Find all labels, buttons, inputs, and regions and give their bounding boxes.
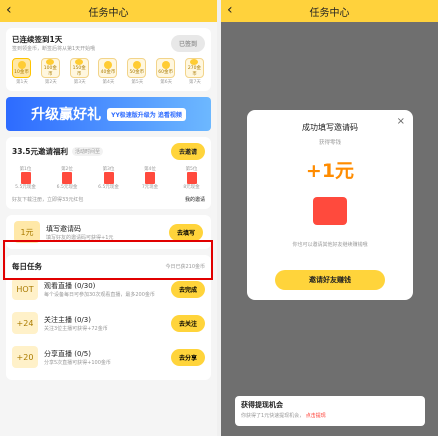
streak-desc: 签到领金币，断签后将从第1天开始哦: [12, 46, 96, 52]
banner-text: 升级赢好礼: [31, 107, 102, 123]
signin-card: 已连续签到1天 签到领金币，断签后将从第1天开始哦 已签到 10金币 第1天 1…: [6, 28, 211, 91]
milestone-4: 第4位 7元现金: [141, 167, 159, 190]
invite-milestones: 第1位 5.5元现金 第2位 6.5元现金 第3位 6.5元现金 第4位 7元现金 第5…: [12, 166, 205, 190]
red-envelope-icon: [313, 197, 347, 225]
coin-icon: 40金币: [98, 58, 118, 78]
streak-label: 已连续签到1天: [12, 35, 63, 44]
daily-tasks-card: 每日任务 今日已获210金币 HOT 观看直播 (0/30) 每个设备每日可参加…: [6, 255, 211, 380]
top-bar: ‹ 任务中心: [221, 0, 438, 22]
fillcode-title: 填写邀请码: [46, 224, 81, 233]
task-name: 观看直播 (0/30): [44, 281, 96, 290]
red-envelope-icon: [145, 172, 155, 184]
task-badge: HOT: [12, 278, 38, 300]
red-envelope-icon: [103, 172, 114, 184]
page-title: 任务中心: [88, 7, 129, 19]
coin-icon: 100金币: [40, 58, 60, 78]
coin-icon: 270金币: [184, 58, 204, 78]
coin-icon: 10金币: [12, 58, 31, 78]
red-envelope-icon: [20, 172, 31, 184]
day-7: 270金币 第7天: [184, 58, 205, 85]
task-badge: +24: [12, 312, 38, 334]
modal-note: 你也可以邀请其他好友继续赚钱哦: [292, 242, 368, 248]
task-desc: 分享5次直播可获得+100金币: [44, 359, 111, 366]
cashout-toast[interactable]: 获得提现机会 你获得了1元快速提现机会， 点击提现: [235, 396, 425, 426]
task-desc: 每个设备每日可参加30次观看直播，最多200金币: [44, 291, 155, 298]
day-5: 50金币 第5天: [127, 58, 147, 85]
coin-icon: 60金币: [156, 58, 176, 78]
top-bar: ‹ 任务中心: [0, 0, 217, 22]
back-icon[interactable]: ‹: [6, 2, 12, 18]
task-badge: +20: [12, 346, 38, 368]
invite-button[interactable]: 去邀请: [170, 143, 205, 160]
toast-link[interactable]: 点击提现: [306, 413, 326, 419]
coin-icon: 50金币: [127, 58, 147, 78]
task-desc: 关注3位主播可获得+72金币: [44, 325, 108, 332]
banner-sub: YY极速版升级为 追看视频: [107, 107, 186, 121]
milestone-3: 第3位 6.5元现金: [98, 167, 119, 190]
fill-invite-code-button[interactable]: 去填写: [168, 223, 203, 241]
day-3: 150金币 第3天: [69, 58, 90, 85]
daily-title: 每日任务: [12, 262, 42, 271]
task-item: HOT 观看直播 (0/30) 每个设备每日可参加30次观看直播，最多200金币…: [12, 272, 205, 306]
milestone-5: 第5位 8元现金: [183, 167, 200, 190]
daily-right: 今日已获210金币: [165, 264, 205, 270]
task-button[interactable]: 去分享: [170, 348, 205, 366]
day-1: 10金币 第1天: [12, 58, 32, 85]
invite-date: 活动时间至: [72, 147, 104, 156]
invite-card: 33.5元邀请福利 活动时间至 去邀请 第1位 5.5元现金 第2位 6.5元现金 …: [6, 137, 211, 209]
back-icon[interactable]: ‹: [227, 2, 233, 18]
signin-days: 10金币 第1天 100金币 第2天 150金币 第3天 40金币 第4天 50…: [12, 58, 205, 85]
promo-banner[interactable]: 升级赢好礼 YY极速版升级为 追看视频: [6, 97, 211, 131]
right-screen: ‹ 任务中心 × 成功填写邀请码 获得零钱 +1元 你也可以邀请其他好友继续赚钱…: [221, 0, 438, 436]
invite-foot: 好友下载注册，立即得33元红包: [12, 197, 84, 203]
left-screen: ‹ 任务中心 已连续签到1天 签到领金币，断签后将从第1天开始哦 已签到 10金…: [0, 0, 217, 436]
day-2: 100金币 第2天: [40, 58, 61, 85]
milestone-2: 第2位 6.5元现金: [56, 167, 78, 190]
task-item: +20 分享直播 (0/5) 分享5次直播可获得+100金币 去分享: [12, 340, 205, 374]
signin-button[interactable]: 已签到: [170, 34, 205, 52]
day-6: 60金币 第6天: [156, 58, 176, 85]
modal-subtitle: 获得零钱: [318, 140, 341, 146]
task-item: +24 关注主播 (0/3) 关注3位主播可获得+72金币 去关注: [12, 306, 205, 340]
page-title: 任务中心: [309, 7, 350, 19]
fillcode-desc: 填写好友的邀请码可获得+1元: [46, 234, 114, 241]
task-button[interactable]: 去关注: [170, 314, 205, 332]
task-name: 分享直播 (0/5): [44, 349, 91, 358]
toast-title: 获得提现机会: [241, 401, 283, 409]
task-button[interactable]: 去完成: [170, 280, 205, 298]
milestone-1: 第1位 5.5元现金: [15, 167, 36, 190]
invite-title: 33.5元邀请福利: [12, 147, 69, 156]
fillcode-card: 1元 填写邀请码 填写好友的邀请码可获得+1元 去填写: [6, 215, 211, 249]
modal-amount: +1元: [305, 160, 355, 182]
invite-friends-button[interactable]: 邀请好友赚钱: [275, 270, 385, 290]
my-invite-link[interactable]: 我的邀请: [185, 196, 205, 203]
coin-icon: 150金币: [69, 58, 89, 78]
day-4: 40金币 第4天: [98, 58, 118, 85]
red-envelope-icon: [186, 172, 197, 184]
close-icon[interactable]: ×: [397, 116, 405, 127]
toast-msg: 你获得了1元快速提现机会， 点击提现: [241, 413, 326, 419]
modal-title: 成功填写邀请码: [302, 123, 358, 132]
screens-root: ‹ 任务中心 已连续签到1天 签到领金币，断签后将从第1天开始哦 已签到 10金…: [0, 0, 438, 436]
fillcode-badge: 1元: [14, 221, 40, 243]
task-name: 关注主播 (0/3): [44, 315, 91, 324]
red-envelope-icon: [62, 172, 72, 184]
invite-success-modal: × 成功填写邀请码 获得零钱 +1元 你也可以邀请其他好友继续赚钱哦 邀请好友赚…: [247, 110, 413, 300]
